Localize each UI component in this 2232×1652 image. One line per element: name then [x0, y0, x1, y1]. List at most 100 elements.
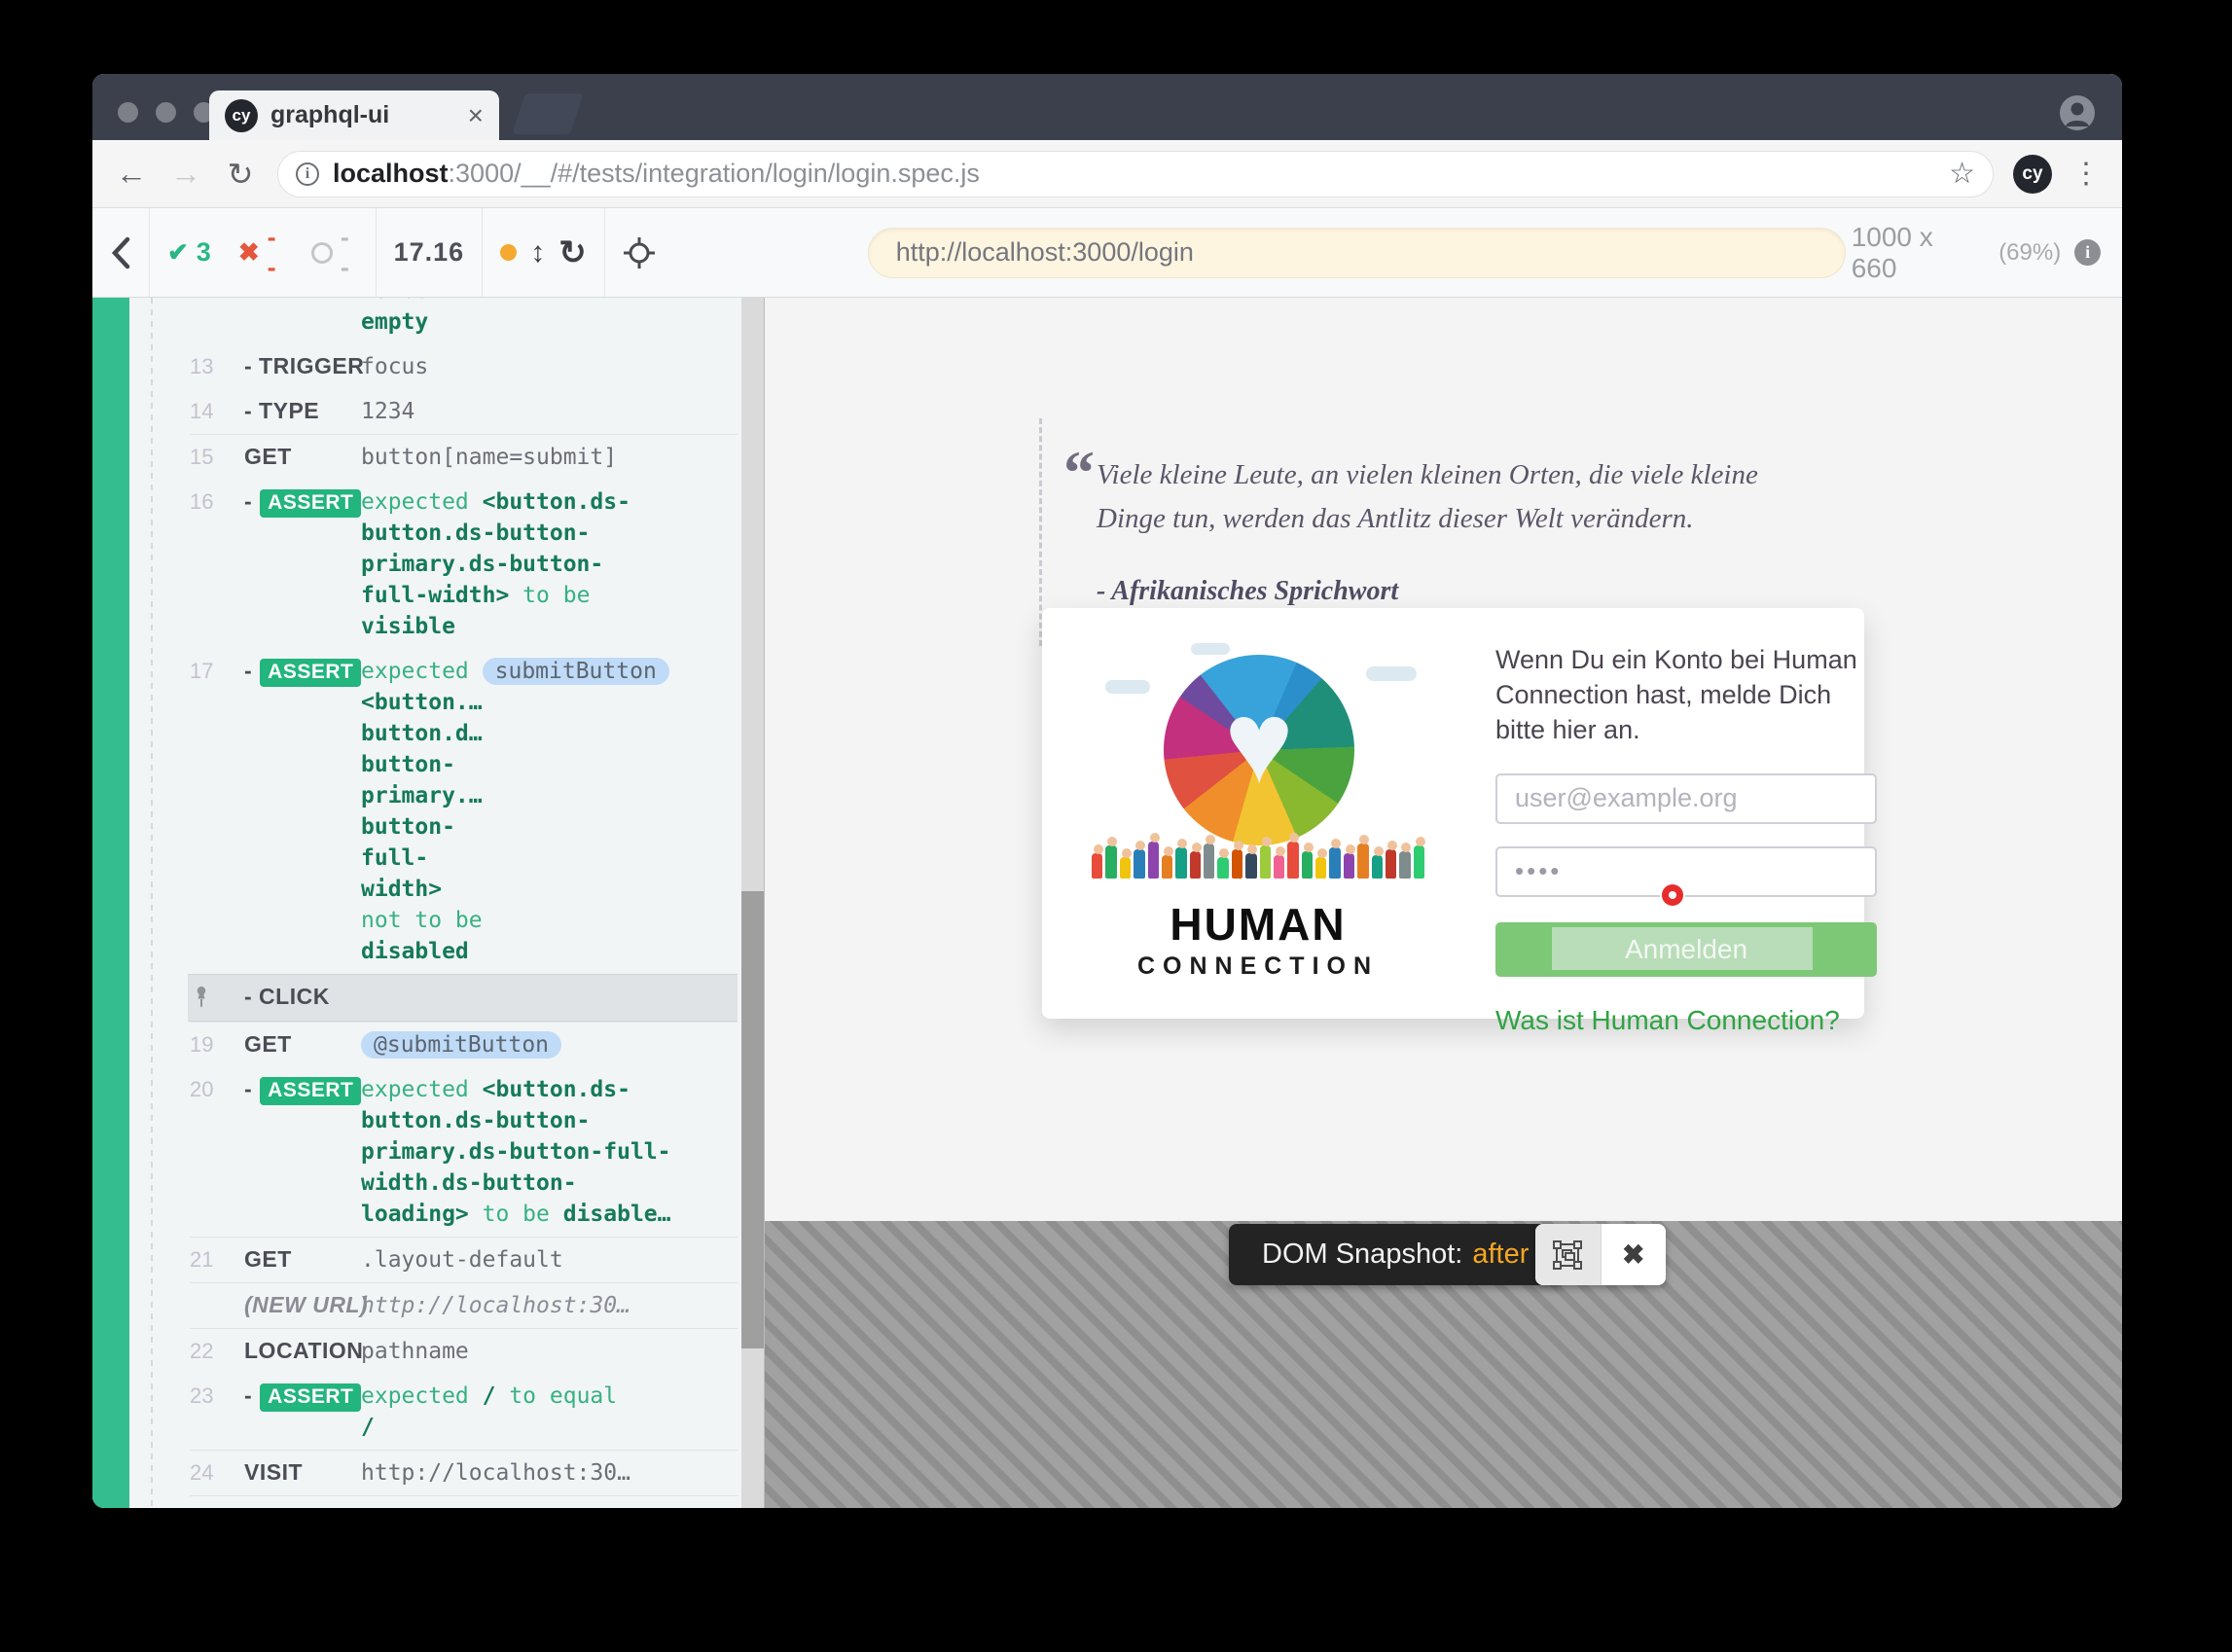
browser-window: cy graphql-ui × ← → ↻ i localhost:3000/_… [92, 74, 2122, 1508]
log-row[interactable]: 25LOCATIONpathname [190, 1495, 738, 1508]
log-command-message: @submitButton [361, 1029, 732, 1060]
log-command-message: .layout-default [361, 1244, 732, 1275]
person-figure [1092, 853, 1102, 879]
login-submit-button[interactable]: Anmelden [1495, 922, 1877, 977]
page-url[interactable]: localhost:3000/__/#/tests/integration/lo… [333, 159, 1935, 189]
bookmark-star-icon[interactable]: ☆ [1949, 157, 1975, 191]
password-field[interactable] [1495, 846, 1877, 897]
cypress-extension-icon[interactable]: cy [2013, 155, 2052, 194]
log-row[interactable]: - CLICK [188, 974, 738, 1022]
selector-crosshair-icon [623, 236, 656, 269]
person-figure [1148, 842, 1159, 879]
log-row[interactable]: 20-ASSERTexpected <button.ds-button.ds-b… [190, 1067, 738, 1237]
log-row-number [190, 298, 244, 338]
log-command-message: button[name=submit] [361, 442, 732, 473]
log-command-message: expected / to equal/ [361, 1381, 732, 1443]
log-row[interactable]: 16-ASSERTexpected <button.ds-button.ds-b… [190, 480, 738, 649]
command-log-panel: to beempty13- TRIGGERfocus14- TYPE123415… [92, 298, 764, 1508]
dom-snapshot-pill: DOM Snapshot: after [1229, 1224, 1562, 1285]
log-command-message: expected <button.ds-button.ds-button-pri… [361, 486, 732, 642]
browser-menu-icon[interactable]: ⋮ [2071, 157, 2101, 191]
check-icon: ✔ [167, 237, 189, 268]
reporter-scrollbar-thumb[interactable] [741, 891, 764, 1348]
what-is-hc-link[interactable]: Was ist Human Connection? [1495, 1005, 1840, 1036]
log-row[interactable]: 14- TYPE1234 [190, 389, 738, 434]
login-card: ♥ HUMAN CONNECTION Wenn Du ein Konto bei… [1042, 608, 1864, 1019]
tab-close-icon[interactable]: × [468, 100, 484, 131]
assert-badge: ASSERT [260, 489, 361, 518]
cloud-shape [1191, 643, 1230, 655]
close-snapshot-button[interactable]: ✖ [1602, 1224, 1667, 1285]
log-row[interactable]: to beempty [190, 298, 738, 344]
person-figure [1175, 847, 1186, 879]
assert-badge: ASSERT [260, 659, 361, 687]
brand-name-bottom: CONNECTION [1077, 952, 1439, 981]
log-row-number: 17 [190, 656, 244, 967]
person-figure [1190, 851, 1201, 879]
rerun-tests-icon[interactable]: ↻ [558, 233, 587, 272]
reload-icon[interactable]: ↻ [223, 156, 258, 193]
window-controls[interactable] [118, 102, 214, 123]
auto-scroll-indicator[interactable] [500, 244, 517, 261]
back-icon[interactable]: ← [114, 156, 149, 192]
person-figure [1274, 855, 1284, 879]
person-figure [1414, 845, 1424, 879]
person-figure [1386, 849, 1396, 879]
log-command-name: -ASSERT [244, 486, 361, 642]
aut-url-field[interactable]: http://localhost:3000/login [868, 228, 1846, 278]
click-event-marker [1662, 884, 1683, 906]
log-row[interactable]: 21GET.layout-default [190, 1237, 738, 1282]
profile-avatar-icon[interactable] [2060, 95, 2095, 130]
person-figure [1315, 857, 1326, 879]
log-row[interactable]: 13- TRIGGERfocus [190, 344, 738, 389]
pin-icon [190, 985, 213, 1008]
email-field[interactable] [1495, 773, 1877, 824]
person-figure [1372, 855, 1383, 879]
login-intro-text: Wenn Du ein Konto bei Human Connection h… [1495, 643, 1877, 748]
aut-url-wrap: http://localhost:3000/login [673, 208, 1846, 297]
scroll-updown-icon[interactable]: ↕ [530, 236, 545, 269]
log-command-name: -ASSERT [244, 1074, 361, 1230]
passed-stat: ✔3 [167, 237, 211, 268]
log-command-name: (NEW URL) [244, 1290, 361, 1321]
log-row[interactable]: (NEW URL)http://localhost:30… [190, 1282, 738, 1328]
log-row[interactable]: 19GET@submitButton [190, 1022, 738, 1067]
log-command-message: http://localhost:30… [361, 1457, 732, 1489]
log-row-number: 16 [190, 486, 244, 642]
page-info-icon[interactable]: i [296, 162, 319, 186]
log-row[interactable]: 17-ASSERTexpected submitButton<button.…b… [190, 649, 738, 974]
log-row-number: 15 [190, 442, 244, 473]
pending-ring-icon [311, 242, 333, 264]
address-bar[interactable]: i localhost:3000/__/#/tests/integration/… [277, 151, 1994, 198]
log-command-name: GET [244, 1029, 361, 1060]
runner-content: to beempty13- TRIGGERfocus14- TYPE123415… [92, 298, 2122, 1508]
viewport-info-icon[interactable]: i [2074, 239, 2101, 266]
log-command-message: 1234 [361, 396, 732, 427]
log-command-name: - TRIGGER [244, 351, 361, 382]
log-command-message: to beempty [361, 298, 732, 338]
log-row[interactable]: 23-ASSERTexpected / to equal/ [190, 1374, 738, 1450]
reporter-scrollbar[interactable] [741, 298, 764, 1508]
log-row[interactable]: 24VISIThttp://localhost:30… [190, 1450, 738, 1495]
new-tab-button[interactable] [512, 93, 584, 134]
quote-text: Viele kleine Leute, an vielen kleinen Or… [1097, 453, 1827, 541]
person-figure [1245, 853, 1256, 879]
test-stats: ✔3 ✖-- -- [150, 208, 377, 297]
log-row-number: 24 [190, 1457, 244, 1489]
alias-pill: submitButton [483, 658, 669, 685]
selector-playground-button[interactable] [605, 208, 673, 297]
login-form: Wenn Du ein Konto bei Human Connection h… [1439, 637, 1877, 989]
collapse-reporter-button[interactable] [92, 208, 150, 297]
highlight-elements-button[interactable] [1535, 1224, 1602, 1285]
tab-title: graphql-ui [270, 101, 455, 129]
snapshot-controls: ✖ [1535, 1224, 1666, 1285]
person-figure [1357, 844, 1368, 879]
minimize-window-button[interactable] [156, 102, 176, 123]
log-row[interactable]: 15GETbutton[name=submit] [190, 434, 738, 480]
brand-logo: ♥ HUMAN CONNECTION [1077, 637, 1439, 989]
close-window-button[interactable] [118, 102, 138, 123]
person-figure [1329, 847, 1340, 879]
log-row[interactable]: 22LOCATIONpathname [190, 1328, 738, 1374]
log-command-name: VISIT [244, 1457, 361, 1489]
browser-tab[interactable]: cy graphql-ui × [209, 90, 499, 140]
